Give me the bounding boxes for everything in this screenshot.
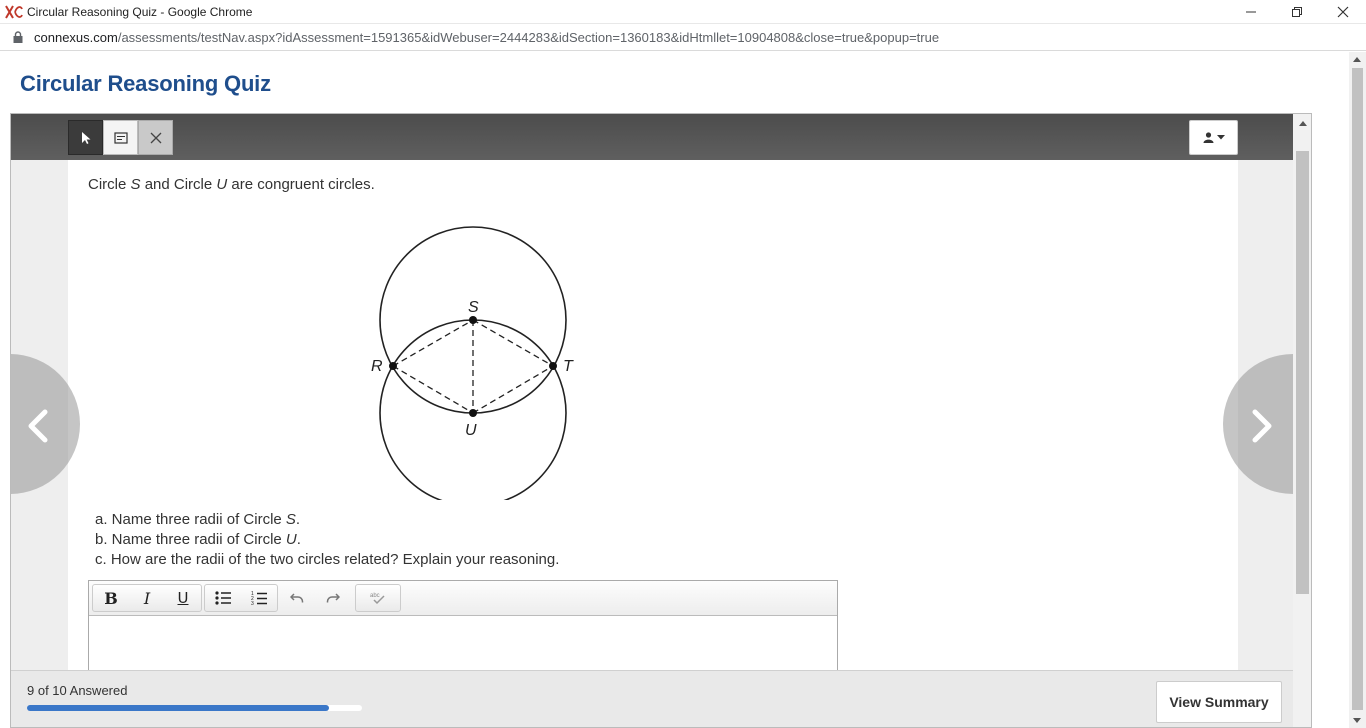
url-path: /assessments/testNav.aspx?idAssessment=1… — [117, 29, 940, 45]
minimize-icon — [1246, 11, 1256, 13]
url-domain: connexus.com — [34, 29, 118, 45]
congruent-circles-diagram: S R T U — [371, 226, 574, 500]
quiz-toolbar — [11, 114, 1293, 160]
page-title: Circular Reasoning Quiz — [20, 71, 271, 96]
restore-icon — [1292, 7, 1302, 17]
item-a-suffix: . — [295, 511, 301, 528]
label-s: S — [468, 299, 479, 316]
item-b-suffix: . — [296, 531, 301, 548]
redo-icon — [326, 593, 340, 603]
prompt-text-2: and Circle — [140, 176, 217, 193]
chevron-right-icon — [1252, 409, 1272, 443]
answer-editor: B I U 123 abc — [88, 580, 838, 670]
prompt-var-s: S — [130, 176, 141, 193]
page-scrollbar-thumb[interactable] — [1352, 68, 1363, 710]
point-s — [469, 316, 477, 324]
underline-button[interactable]: U — [165, 585, 201, 611]
spellcheck-group: abc — [355, 584, 401, 612]
user-icon — [1203, 132, 1213, 143]
segment-rs — [392, 319, 474, 367]
progress-bar — [27, 705, 362, 711]
close-icon — [1337, 6, 1349, 18]
history-group — [278, 584, 352, 612]
spellcheck-button[interactable]: abc — [356, 585, 400, 611]
restore-button[interactable] — [1274, 0, 1320, 24]
point-u — [469, 409, 477, 417]
question-content: Circle S and Circle U are congruent circ… — [68, 160, 1238, 670]
label-u: U — [465, 422, 477, 439]
pointer-tool-button[interactable] — [68, 120, 103, 155]
answer-text-area[interactable] — [89, 616, 837, 670]
svg-text:abc: abc — [370, 593, 380, 599]
italic-button[interactable]: I — [129, 585, 165, 611]
eliminate-x-icon — [150, 132, 161, 143]
page-scrollbar[interactable] — [1349, 52, 1366, 728]
question-item-c: c. How are the radii of the two circles … — [95, 550, 559, 570]
content-scrollbar-thumb[interactable] — [1296, 151, 1309, 594]
notepad-icon — [113, 131, 128, 144]
scroll-up-arrow-icon — [1298, 120, 1307, 126]
numbered-list-icon: 123 — [251, 591, 267, 606]
redo-button[interactable] — [315, 585, 351, 611]
item-b-var: U — [285, 531, 297, 548]
page-scroll-down-icon — [1353, 718, 1361, 723]
item-b-text: b. Name three radii of Circle — [95, 531, 286, 548]
item-c-text: c. How are the radii of the two circles … — [95, 551, 560, 568]
question-items: a. Name three radii of Circle S. b. Name… — [95, 510, 559, 570]
label-r: R — [371, 358, 383, 375]
bold-button[interactable]: B — [93, 585, 129, 611]
address-bar[interactable]: connexus.com/assessments/testNav.aspx?id… — [0, 24, 1366, 51]
undo-button[interactable] — [279, 585, 315, 611]
bullet-list-button[interactable] — [205, 585, 241, 611]
view-summary-button[interactable]: View Summary — [1156, 681, 1282, 723]
question-prompt: Circle S and Circle U are congruent circ… — [88, 176, 375, 193]
cursor-arrow-icon — [81, 131, 90, 144]
content-scrollbar[interactable] — [1293, 114, 1311, 727]
scroll-up-button[interactable] — [1293, 114, 1311, 132]
list-group: 123 — [204, 584, 278, 612]
quiz-frame: Circle S and Circle U are congruent circ… — [10, 113, 1312, 728]
progress-text: 9 of 10 Answered — [27, 683, 128, 698]
notepad-tool-button[interactable] — [103, 120, 138, 155]
numbered-list-button[interactable]: 123 — [241, 585, 277, 611]
prompt-text-1: Circle — [88, 176, 131, 193]
prompt-var-u: U — [216, 176, 228, 193]
point-t — [549, 362, 557, 370]
lock-icon — [13, 31, 23, 43]
caret-down-icon — [1216, 135, 1225, 140]
segment-ut — [472, 365, 554, 414]
segment-st — [472, 319, 554, 367]
svg-text:3: 3 — [251, 601, 254, 606]
url-text[interactable]: connexus.com/assessments/testNav.aspx?id… — [34, 30, 939, 45]
chevron-left-icon — [28, 409, 48, 443]
eliminate-tool-button[interactable] — [138, 120, 173, 155]
browser-title-bar: Circular Reasoning Quiz - Google Chrome — [0, 0, 1366, 24]
editor-toolbar: B I U 123 abc — [89, 581, 837, 616]
question-item-b: b. Name three radii of Circle U. — [95, 530, 559, 550]
segment-ru — [392, 365, 474, 414]
question-item-a: a. Name three radii of Circle S. — [95, 510, 559, 530]
progress-bar-fill — [27, 705, 329, 711]
connexus-logo-icon — [5, 4, 23, 19]
item-a-var: S — [285, 511, 296, 528]
page-scroll-up-icon — [1353, 57, 1361, 62]
bullet-list-icon — [215, 591, 231, 605]
format-group: B I U — [92, 584, 202, 612]
window-title: Circular Reasoning Quiz - Google Chrome — [27, 4, 253, 19]
label-t: T — [563, 358, 574, 375]
minimize-button[interactable] — [1228, 0, 1274, 24]
close-window-button[interactable] — [1320, 0, 1366, 24]
prompt-text-3: are congruent circles. — [227, 176, 375, 193]
quiz-footer: 9 of 10 Answered View Summary — [11, 670, 1293, 727]
undo-icon — [290, 593, 304, 603]
item-a-text: a. Name three radii of Circle — [95, 511, 286, 528]
point-r — [389, 362, 397, 370]
spellcheck-icon: abc — [370, 593, 385, 605]
user-menu-button[interactable] — [1189, 120, 1238, 155]
